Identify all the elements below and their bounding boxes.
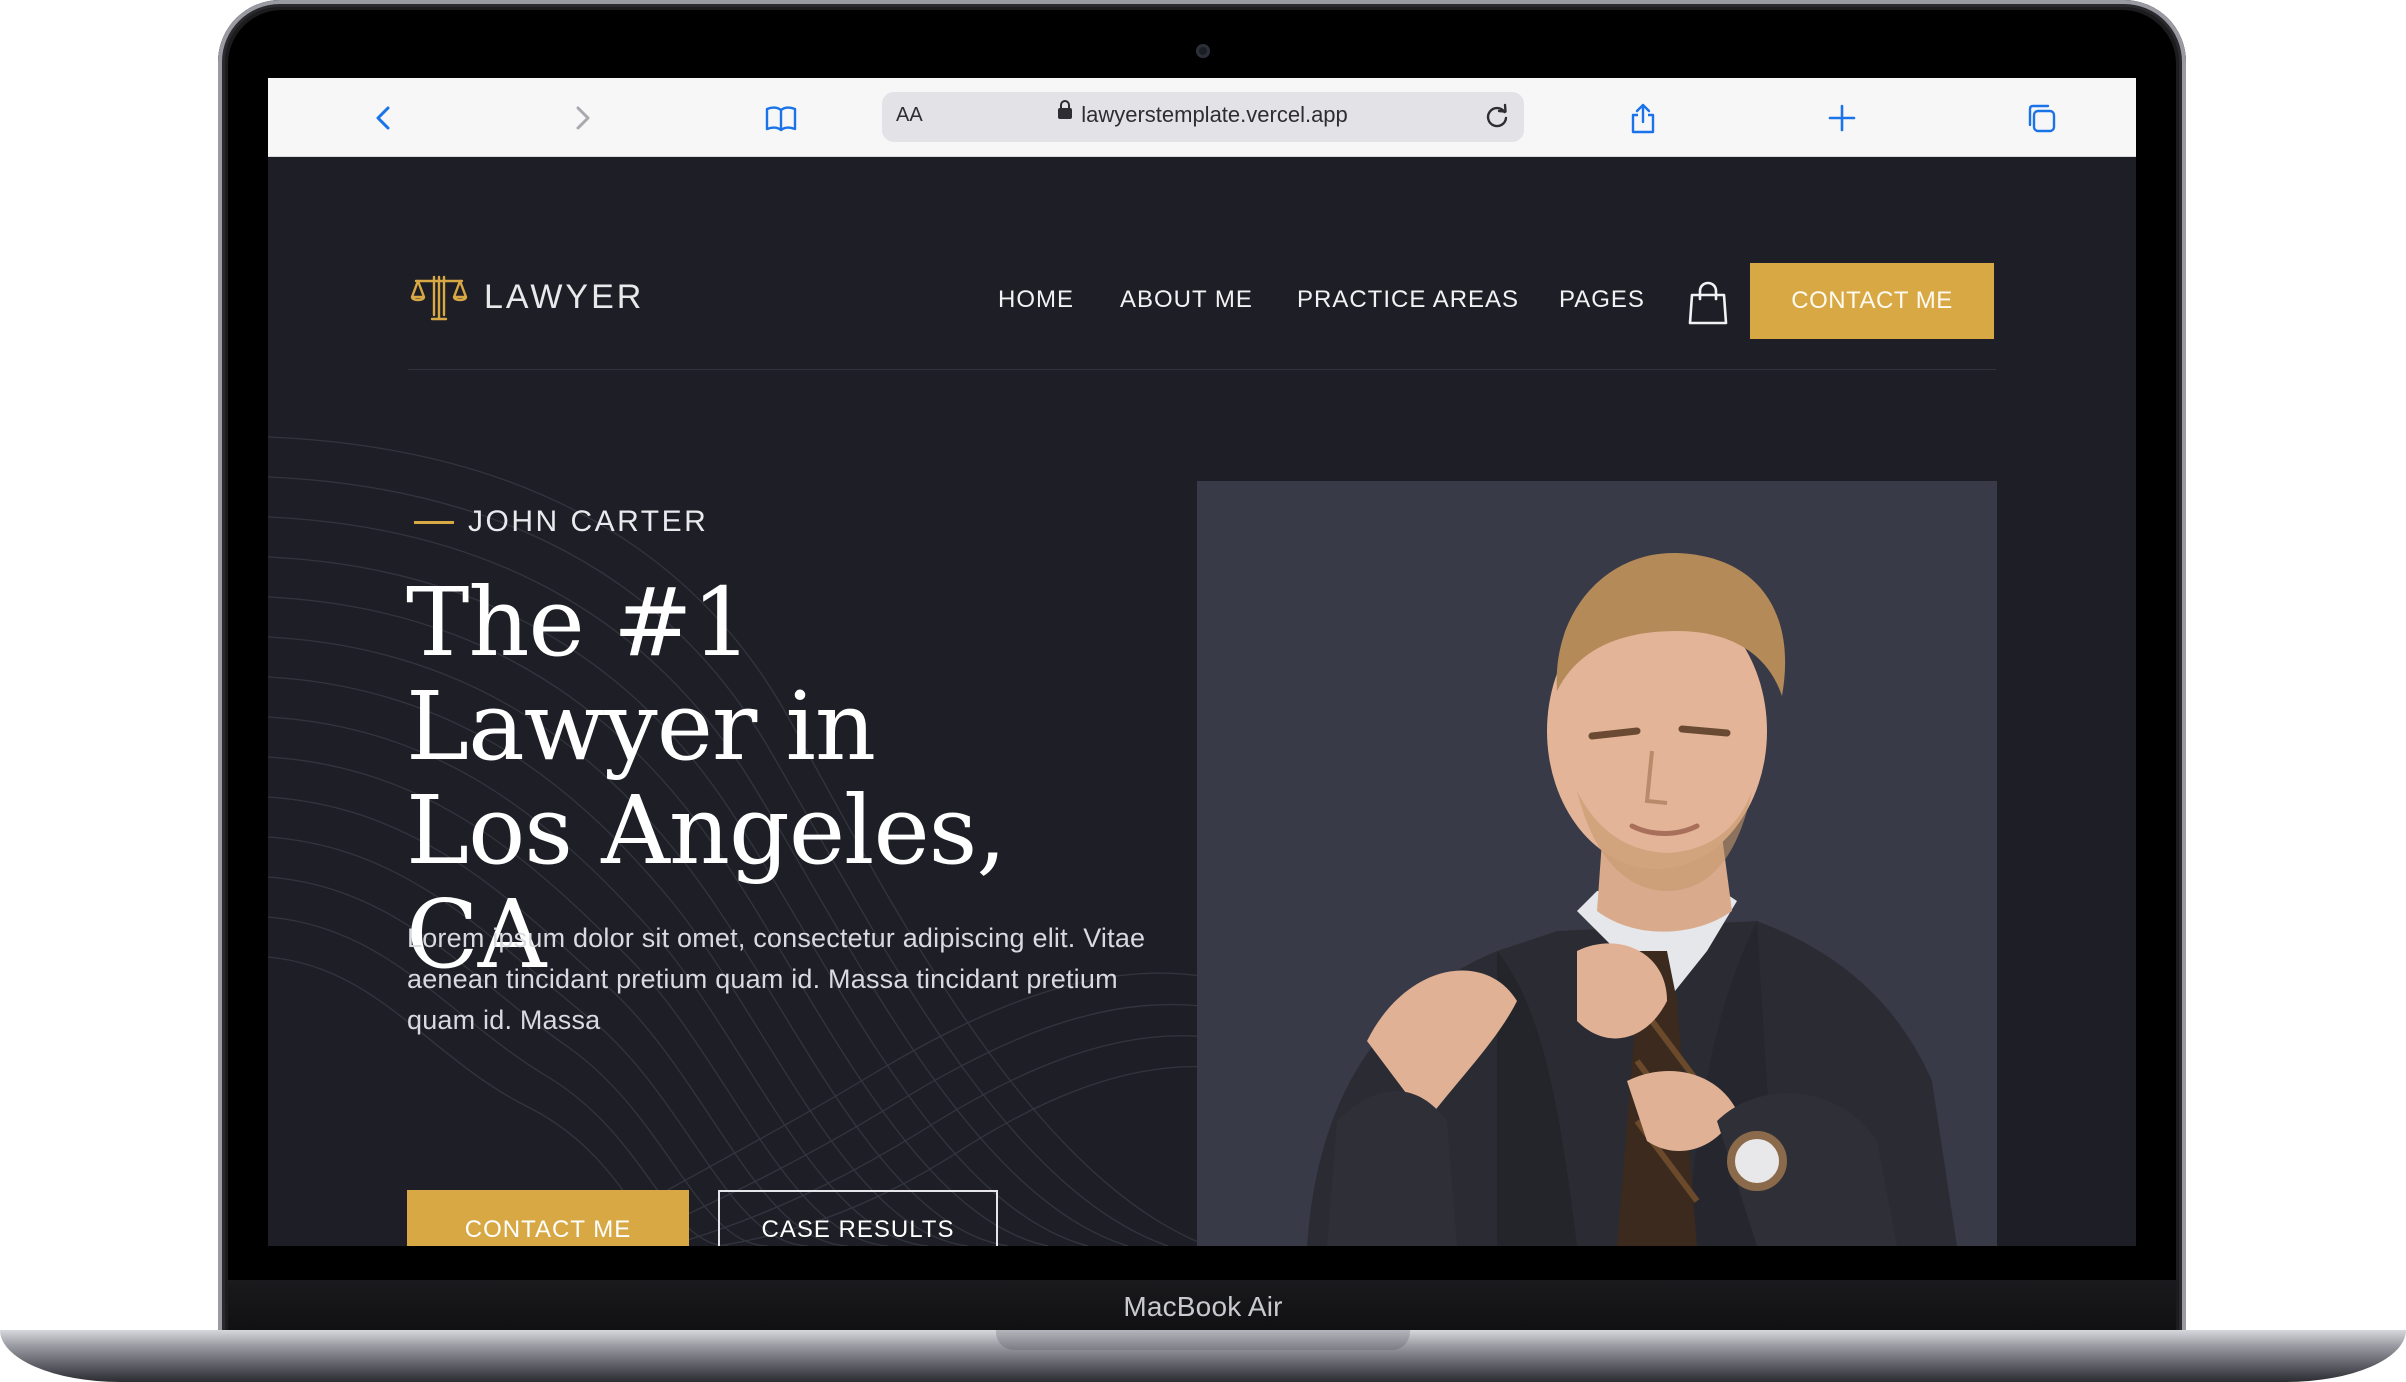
website: LAWYER HOME ABOUT ME PRACTICE AREAS PAGE…: [268, 157, 2136, 1246]
eyebrow-accent-line: [414, 520, 454, 524]
bookmarks-icon[interactable]: [761, 98, 801, 138]
nav-pages[interactable]: PAGES: [1559, 286, 1645, 314]
nav-home[interactable]: HOME: [998, 286, 1074, 314]
nav-about-me[interactable]: ABOUT ME: [1120, 286, 1253, 314]
nav-practice-areas[interactable]: PRACTICE AREAS: [1297, 286, 1519, 314]
scales-of-justice-icon: [410, 275, 468, 321]
share-icon[interactable]: [1623, 98, 1663, 138]
header-divider: [408, 369, 1996, 370]
new-tab-icon[interactable]: [1822, 98, 1862, 138]
brand-logo[interactable]: LAWYER: [408, 273, 644, 321]
hero-contact-button[interactable]: CONTACT ME: [407, 1190, 689, 1246]
back-icon[interactable]: [364, 98, 404, 138]
browser-toolbar: AA lawyerstemplate.vercel.app: [268, 78, 2136, 157]
device-label: MacBook Air: [1123, 1291, 1283, 1322]
hero-name: JOHN CARTER: [468, 505, 709, 538]
lawyer-portrait-image: [1307, 552, 1957, 1246]
portrait-panel: [1197, 481, 1997, 1246]
url-text: lawyerstemplate.vercel.app: [1081, 102, 1348, 127]
lock-icon: [1058, 100, 1073, 123]
laptop-screen: AA lawyerstemplate.vercel.app LAWYER HOM…: [268, 78, 2136, 1246]
camera-icon: [1196, 44, 1210, 58]
nav-contact-button[interactable]: CONTACT ME: [1750, 263, 1994, 339]
case-results-button[interactable]: CASE RESULTS: [718, 1190, 998, 1246]
laptop-hinge-notch: [996, 1330, 1410, 1350]
shopping-bag-icon[interactable]: [1688, 281, 1728, 325]
hero-description: Lorem ipsum dolor sit omet, consectetur …: [407, 923, 1146, 1035]
reload-icon[interactable]: [1482, 102, 1512, 132]
address-bar[interactable]: AA lawyerstemplate.vercel.app: [882, 92, 1524, 142]
hero-eyebrow: JOHN CARTER: [414, 505, 708, 539]
tabs-overview-icon[interactable]: [2021, 98, 2061, 138]
brand-name: LAWYER: [484, 277, 645, 316]
forward-icon[interactable]: [562, 98, 602, 138]
